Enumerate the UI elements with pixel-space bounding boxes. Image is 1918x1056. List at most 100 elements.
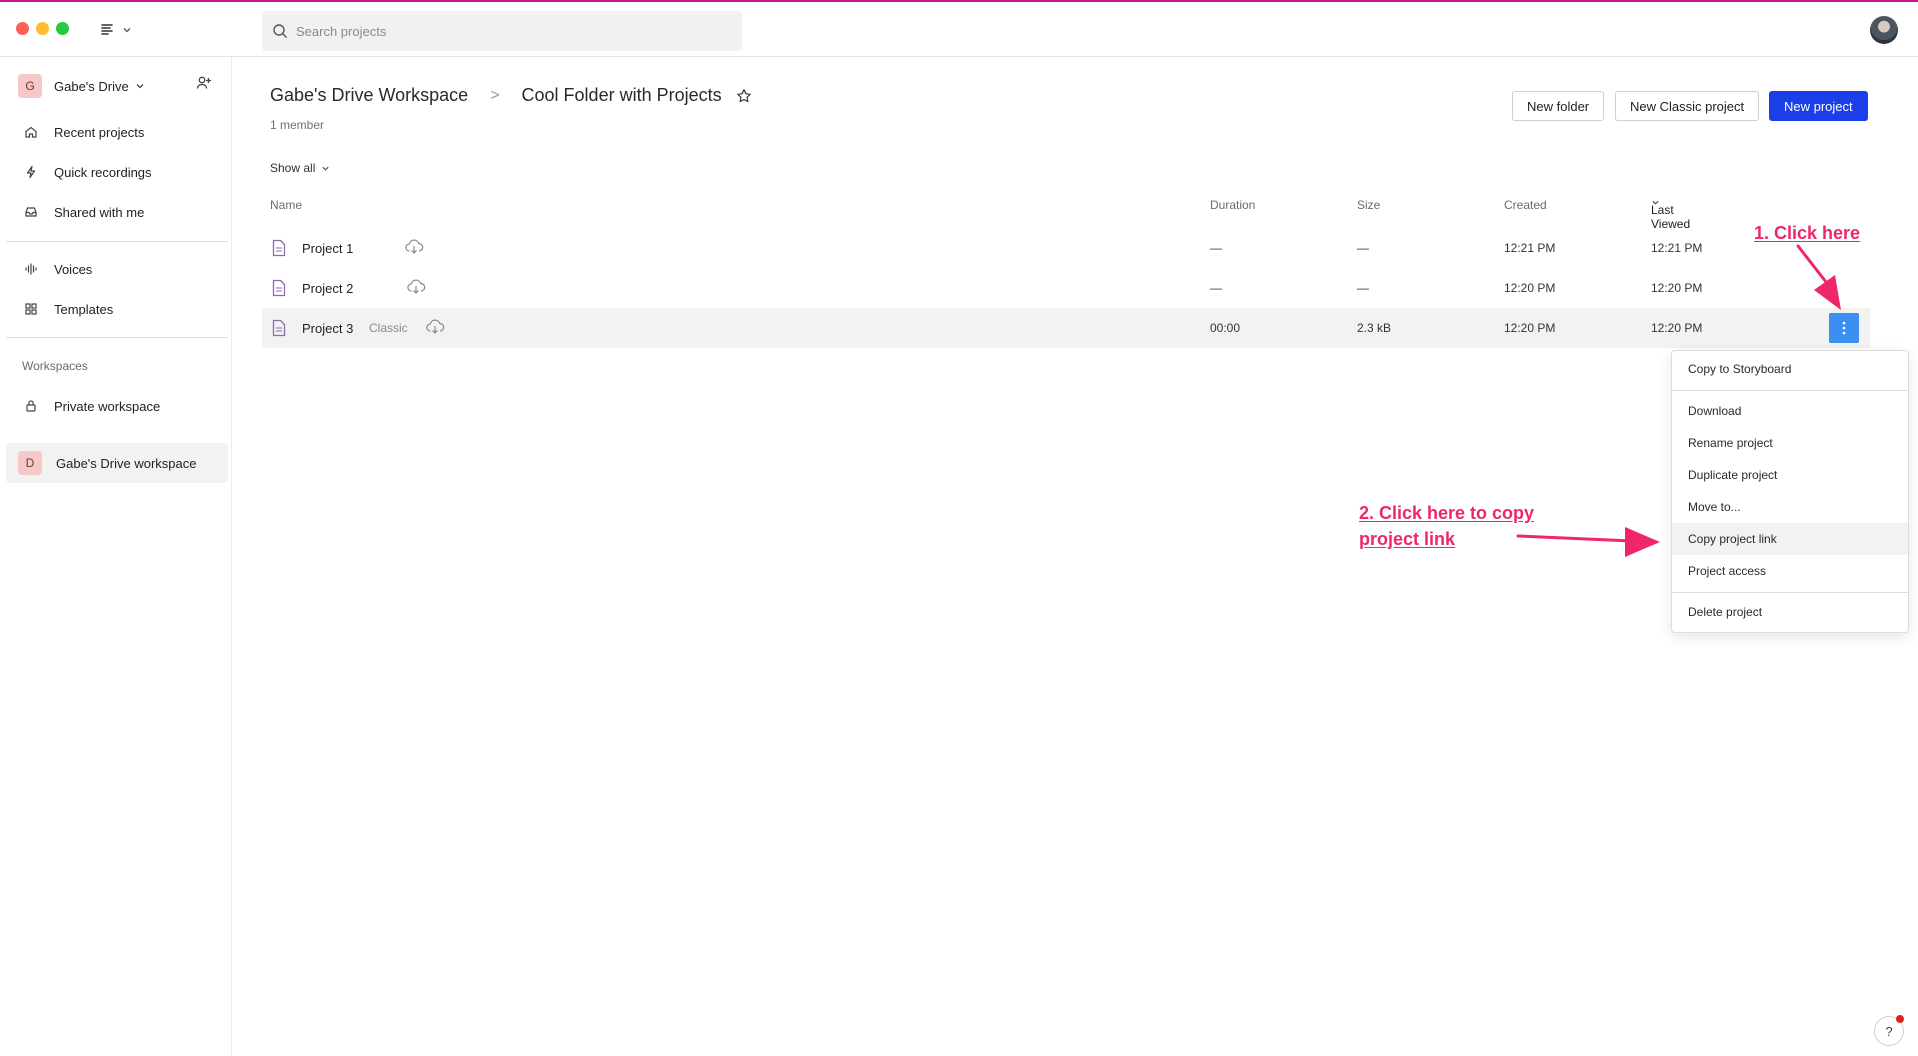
filter-label: Show all [270,161,316,175]
file-icon [272,319,286,337]
menu-item-duplicate-project[interactable]: Duplicate project [1672,459,1908,491]
more-options-button[interactable] [1829,313,1859,343]
project-type-tag: Classic [369,321,408,335]
column-header-last-viewed[interactable]: Last Viewed [1651,198,1690,231]
project-size: — [1357,281,1369,295]
window-close-button[interactable] [16,22,29,35]
project-duration: — [1210,241,1222,255]
lock-icon [26,400,36,412]
sidebar: G Gabe's Drive Recent projects Quick rec… [0,57,232,1056]
drive-switcher[interactable]: G Gabe's Drive [18,72,218,100]
menu-item-delete-project[interactable]: Delete project [1672,596,1908,628]
column-header-duration[interactable]: Duration [1210,198,1255,212]
cloud-download-icon[interactable] [406,278,426,296]
main-content: Gabe's Drive Workspace > Cool Folder wit… [232,57,1918,1056]
sidebar-item-label: Recent projects [54,124,145,140]
sidebar-item-templates[interactable]: Templates [6,289,228,329]
window-minimize-button[interactable] [36,22,49,35]
project-created: 12:21 PM [1504,241,1556,255]
sidebar-item-label: Gabe's Drive workspace [56,455,197,471]
chevron-down-icon [322,166,329,171]
column-header-size[interactable]: Size [1357,198,1380,212]
cloud-download-icon[interactable] [404,238,424,256]
top-bar [0,0,1918,57]
column-header-created[interactable]: Created [1504,198,1547,212]
list-icon [101,24,113,35]
project-duration: — [1210,281,1222,295]
breadcrumb-separator: > [490,86,500,104]
annotation-step-1: 1. Click here [1754,223,1861,243]
inbox-icon [25,207,37,217]
project-last-viewed: 12:21 PM [1651,241,1703,255]
add-user-icon[interactable] [196,75,212,91]
sidebar-item-label: Templates [54,301,114,317]
menu-item-download[interactable]: Download [1672,395,1908,427]
sidebar-item-recent-projects[interactable]: Recent projects [6,112,228,152]
menu-toggle-button[interactable] [100,18,136,42]
menu-item-project-access[interactable]: Project access [1672,555,1908,587]
notification-dot [1896,1015,1904,1023]
sidebar-item-shared-with-me[interactable]: Shared with me [6,192,228,232]
new-folder-button[interactable]: New folder [1512,91,1605,121]
search-input[interactable] [296,23,716,39]
more-vertical-icon [1842,321,1846,335]
column-header-name[interactable]: Name [270,198,302,212]
project-size: 2.3 kB [1357,321,1392,335]
window-zoom-button[interactable] [56,22,69,35]
cloud-download-icon[interactable] [425,318,445,336]
sidebar-item-label: Private workspace [54,398,161,414]
user-avatar[interactable] [1870,16,1898,44]
table-row[interactable]: Project 3 Classic 00:00 2.3 kB 12:20 PM … [262,308,1870,348]
search-bar[interactable] [262,11,742,51]
project-context-menu: Copy to Storyboard Download Rename proje… [1671,350,1909,633]
annotation-step-2-line-2: project link [1359,529,1456,549]
table-row[interactable]: Project 1 — — 12:21 PM 12:21 PM [262,228,1870,268]
project-name: Project 2 [302,281,354,296]
workspaces-heading: Workspaces [22,359,88,373]
workspace-badge: D [18,451,42,475]
annotation-step-2-line-1: 2. Click here to copy [1359,503,1535,523]
search-icon [273,24,287,38]
lightning-icon [26,165,36,179]
sidebar-divider [6,241,228,242]
project-size: — [1357,241,1369,255]
member-count: 1 member [270,118,325,132]
sidebar-item-private-workspace[interactable]: Private workspace [6,386,228,426]
table-header: Name Duration Size Created Last Viewed [262,193,1870,231]
star-icon[interactable] [736,88,752,104]
menu-item-rename-project[interactable]: Rename project [1672,427,1908,459]
menu-item-move-to[interactable]: Move to... [1672,491,1908,523]
file-icon [272,239,286,257]
project-last-viewed: 12:20 PM [1651,281,1703,295]
sidebar-item-voices[interactable]: Voices [6,249,228,289]
sidebar-item-gabes-drive-workspace[interactable]: D Gabe's Drive workspace [6,443,228,483]
drive-name: Gabe's Drive [54,78,129,94]
menu-divider [1672,390,1908,391]
column-header-label: Last Viewed [1651,203,1691,231]
sidebar-item-label: Voices [54,261,93,277]
show-all-filter[interactable]: Show all [270,161,330,175]
file-icon [272,279,286,297]
menu-item-copy-project-link[interactable]: Copy project link [1672,523,1908,555]
new-classic-project-button[interactable]: New Classic project [1615,91,1760,121]
breadcrumb-workspace-link[interactable]: Gabe's Drive Workspace [270,85,468,106]
new-project-button[interactable]: New project [1769,91,1868,121]
help-label: ? [1885,1023,1893,1039]
annotation-step-2: 2. Click here to copy project link [1359,500,1534,552]
help-button[interactable]: ? [1874,1015,1904,1046]
sidebar-item-quick-recordings[interactable]: Quick recordings [6,152,228,192]
table-row[interactable]: Project 2 — — 12:20 PM 12:20 PM [262,268,1870,308]
drive-badge: G [18,74,42,98]
menu-divider [1672,592,1908,593]
project-name: Project 3 [302,321,354,336]
project-created: 12:20 PM [1504,321,1556,335]
project-duration: 00:00 [1210,321,1241,335]
grid-icon [25,303,37,315]
chevron-down-icon [123,28,131,33]
sidebar-item-label: Quick recordings [54,164,152,180]
sidebar-divider [6,337,228,338]
menu-item-copy-to-storyboard[interactable]: Copy to Storyboard [1672,353,1908,385]
project-created: 12:20 PM [1504,281,1556,295]
project-name: Project 1 [302,241,354,256]
waveform-icon [25,263,37,275]
